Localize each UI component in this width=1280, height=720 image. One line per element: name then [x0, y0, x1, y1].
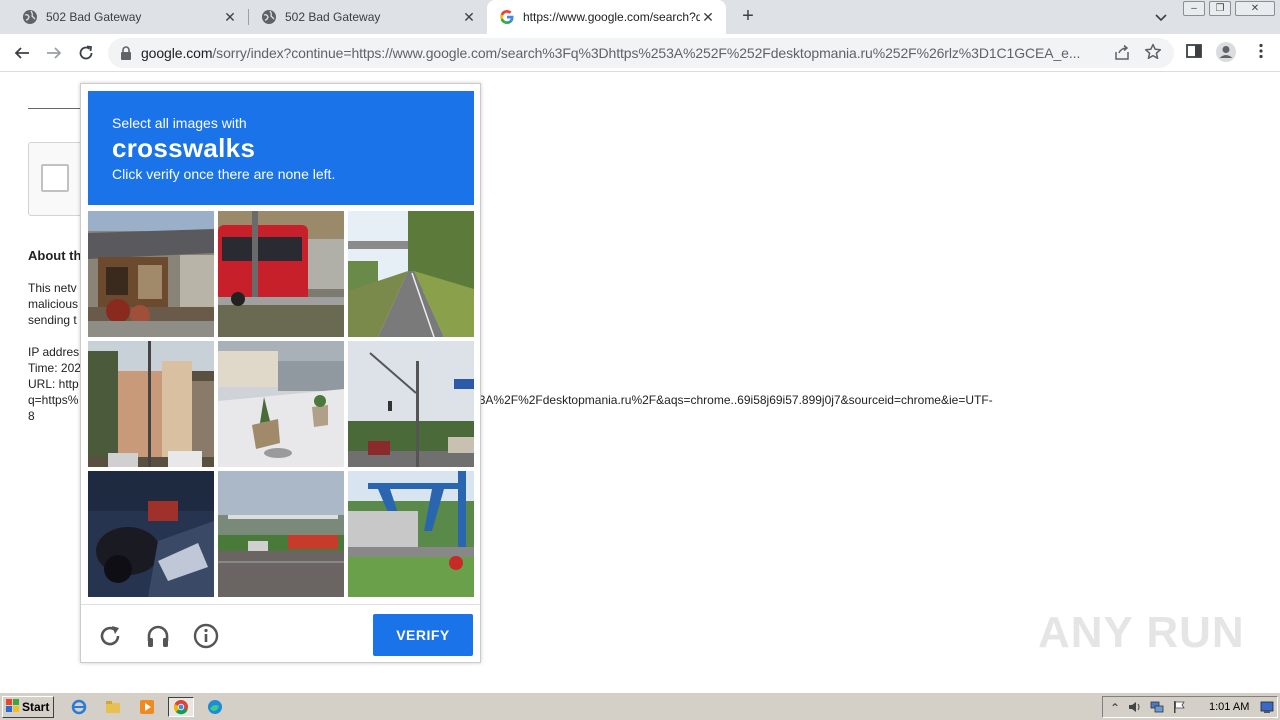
- about-heading: About th: [28, 248, 82, 263]
- share-icon[interactable]: [1113, 44, 1131, 67]
- time-line: Time: 202: [28, 361, 81, 375]
- blue-structure-tile[interactable]: [348, 471, 474, 597]
- url-path: /sorry/index?continue=https://www.google…: [212, 45, 1081, 61]
- recaptcha-challenge: Select all images with crosswalks Click …: [80, 83, 481, 663]
- url-line-query: q=https%: [28, 393, 79, 407]
- browser-toolbar: google.com/sorry/index?continue=https://…: [0, 34, 1280, 72]
- restore-icon[interactable]: ❐: [1209, 1, 1231, 16]
- volume-icon[interactable]: [1127, 700, 1143, 716]
- taskbar: Start ⌃ 1:01 AM: [0, 692, 1280, 720]
- tab-strip: 502 Bad Gateway ✕ 502 Bad Gateway ✕ http…: [0, 0, 1280, 34]
- bookmark-star-icon[interactable]: [1144, 43, 1162, 66]
- back-arrow-icon[interactable]: [10, 41, 34, 65]
- image-grid: [88, 211, 474, 597]
- recaptcha-checkbox[interactable]: [41, 164, 69, 192]
- url-line-tail: ps%3A%2F%2Fdesktopmania.ru%2F&aqs=chrome…: [455, 393, 993, 407]
- challenge-hint: Click verify once there are none left.: [112, 166, 336, 182]
- lock-icon[interactable]: [120, 46, 132, 65]
- traffic-light-intersection-tile[interactable]: [348, 341, 474, 467]
- divider: [28, 108, 88, 109]
- ie-icon[interactable]: [68, 697, 90, 717]
- windows-logo-icon: [6, 698, 20, 716]
- plaza-planters-tile[interactable]: [218, 341, 344, 467]
- close-window-icon[interactable]: ✕: [1235, 1, 1275, 16]
- red-bus-tile[interactable]: [218, 211, 344, 337]
- tab-title: https://www.google.com/search?q=: [523, 10, 700, 24]
- ip-line: IP addres: [28, 345, 80, 359]
- challenge-header: Select all images with crosswalks Click …: [88, 91, 474, 205]
- chrome-icon[interactable]: [168, 697, 194, 717]
- window-controls: ‒ ❐ ✕: [1183, 1, 1275, 17]
- reload-page-icon[interactable]: [74, 41, 98, 65]
- show-desktop-icon[interactable]: [1259, 700, 1275, 716]
- headphones-icon[interactable]: [145, 623, 171, 649]
- dark-car-tile[interactable]: [88, 471, 214, 597]
- street-buildings-tile[interactable]: [88, 341, 214, 467]
- challenge-instruction: Select all images with: [112, 115, 247, 131]
- about-line: sending t: [28, 313, 77, 327]
- challenge-target: crosswalks: [112, 133, 256, 163]
- network-icon[interactable]: [1149, 700, 1165, 716]
- challenge-footer: VERIFY: [81, 604, 480, 662]
- edge-icon[interactable]: [204, 697, 226, 717]
- start-button[interactable]: Start: [2, 696, 54, 718]
- action-center-flag-icon[interactable]: [1171, 700, 1187, 716]
- about-line: This netv: [28, 281, 77, 295]
- side-panel-icon[interactable]: [1185, 42, 1203, 65]
- tab-close-icon[interactable]: ✕: [700, 9, 716, 25]
- tab-title: 502 Bad Gateway: [46, 10, 142, 24]
- globe-icon: [261, 9, 277, 25]
- start-label: Start: [22, 700, 50, 714]
- minimize-icon[interactable]: ‒: [1183, 1, 1205, 16]
- media-player-icon[interactable]: [136, 697, 158, 717]
- tab-close-icon[interactable]: ✕: [222, 9, 238, 25]
- address-bar[interactable]: google.com/sorry/index?continue=https://…: [108, 38, 1174, 68]
- globe-icon: [22, 9, 38, 25]
- highway-bridge-tile[interactable]: [218, 471, 344, 597]
- profile-avatar-icon[interactable]: [1215, 41, 1237, 68]
- info-icon[interactable]: [193, 623, 219, 649]
- old-house-tile[interactable]: [88, 211, 214, 337]
- url-text[interactable]: google.com/sorry/index?continue=https://…: [141, 45, 1109, 61]
- tab-bad-gateway-2[interactable]: 502 Bad Gateway ✕: [239, 0, 487, 34]
- rural-road-tile[interactable]: [348, 211, 474, 337]
- url-line-end: 8: [28, 409, 35, 423]
- verify-button[interactable]: VERIFY: [373, 614, 473, 656]
- tray-expand-icon[interactable]: ⌃: [1107, 700, 1123, 716]
- folder-icon[interactable]: [102, 697, 124, 717]
- clock[interactable]: 1:01 AM: [1209, 701, 1249, 713]
- kebab-menu-icon[interactable]: [1252, 42, 1270, 65]
- google-icon: [499, 9, 515, 25]
- forward-arrow-icon[interactable]: [42, 41, 66, 65]
- url-line: URL: http: [28, 377, 79, 391]
- tab-title: 502 Bad Gateway: [285, 10, 381, 24]
- tab-close-icon[interactable]: ✕: [461, 9, 477, 25]
- tab-search-chevron-icon[interactable]: [1152, 8, 1170, 26]
- about-line: malicious: [28, 297, 79, 311]
- tab-bad-gateway-1[interactable]: 502 Bad Gateway ✕: [0, 0, 248, 34]
- system-tray: ⌃ 1:01 AM: [1102, 696, 1278, 718]
- tab-google-search[interactable]: https://www.google.com/search?q= ✕: [487, 0, 726, 34]
- watermark-logo: ANY RUN: [1038, 608, 1245, 657]
- new-tab-button[interactable]: +: [737, 6, 759, 28]
- url-host: google.com: [141, 45, 213, 61]
- reload-icon[interactable]: [97, 623, 123, 649]
